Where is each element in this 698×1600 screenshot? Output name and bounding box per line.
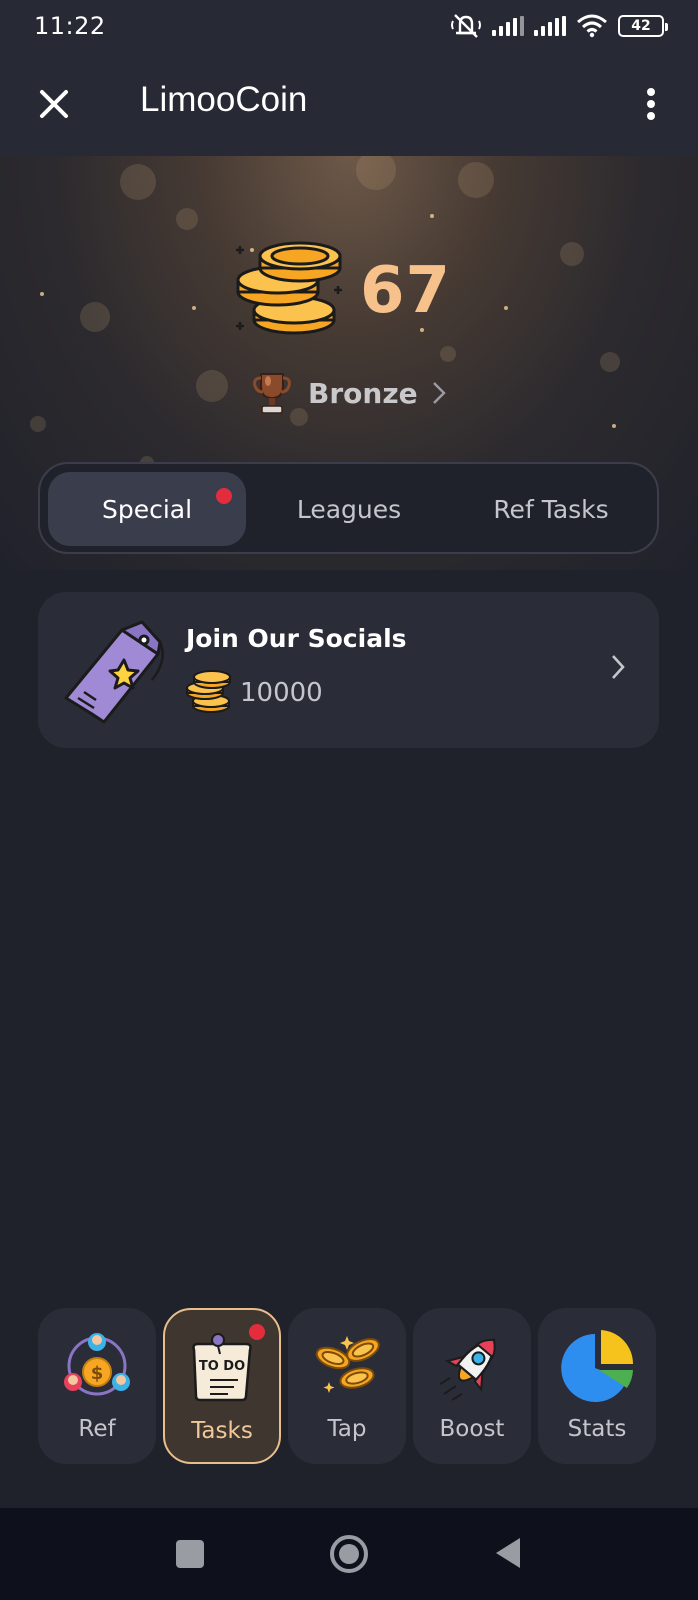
coins-icon (315, 1336, 380, 1393)
app-bar: LimooCoin (0, 52, 698, 156)
notification-badge (216, 488, 232, 504)
wifi-icon (577, 14, 607, 38)
status-time: 11:22 (34, 12, 106, 40)
league-label: Bronze (308, 376, 418, 410)
nav-label: Tasks (191, 1418, 253, 1444)
back-button[interactable] (494, 1536, 522, 1570)
nav-label: Tap (327, 1416, 367, 1442)
coin-stack-icon (186, 670, 231, 713)
balance-value: 67 (360, 254, 452, 328)
task-card[interactable]: Join Our Socials 10000 (38, 592, 659, 748)
nav-item-stats[interactable]: Stats (538, 1308, 656, 1464)
tab-label: Leagues (296, 494, 402, 524)
status-icons: 42 (450, 13, 668, 39)
trophy-icon (253, 373, 291, 414)
league-link[interactable]: Bronze (252, 370, 446, 416)
task-reward-value: 10000 (240, 678, 323, 708)
nav-item-boost[interactable]: Boost (413, 1308, 531, 1464)
app-title: LimooCoin (140, 80, 308, 119)
nav-item-tap[interactable]: Tap (288, 1308, 406, 1464)
recent-apps-button[interactable] (176, 1540, 204, 1568)
chevron-right-icon (612, 655, 625, 679)
bottom-navigation: $ Ref TO DO Tasks Tap Boost Stats (38, 1308, 659, 1464)
tag-icon (64, 620, 164, 724)
dot-icon (647, 100, 655, 108)
tab-label: Special (101, 494, 193, 524)
nav-item-ref[interactable]: $ Ref (38, 1308, 156, 1464)
tab-special[interactable]: Special (48, 472, 246, 546)
coin-stack-icon (236, 241, 342, 335)
nav-label: Boost (439, 1416, 505, 1442)
task-title: Join Our Socials (186, 624, 407, 653)
system-navigation-bar (0, 1508, 698, 1600)
status-bar: 11:22 42 (0, 0, 698, 52)
nav-item-tasks[interactable]: TO DO Tasks (163, 1308, 281, 1464)
pie-chart-icon (561, 1330, 634, 1402)
tab-label: Ref Tasks (493, 494, 609, 524)
task-category-tabs: Special Leagues Ref Tasks (38, 462, 659, 554)
todo-icon: TO DO (192, 1333, 252, 1402)
signal-icon (492, 16, 524, 36)
tab-ref-tasks[interactable]: Ref Tasks (452, 472, 650, 546)
notification-badge (249, 1324, 265, 1340)
balance-display: 67 (234, 236, 451, 346)
dot-icon (647, 112, 655, 120)
battery-indicator: 42 (618, 15, 668, 37)
tab-leagues[interactable]: Leagues (250, 472, 448, 546)
home-button[interactable] (329, 1534, 369, 1574)
dot-icon (647, 88, 655, 96)
signal-icon (534, 16, 566, 36)
svg-text:$: $ (91, 1363, 104, 1384)
nav-label: Ref (78, 1416, 116, 1442)
more-options-button[interactable] (640, 84, 662, 124)
close-button[interactable] (34, 84, 74, 124)
close-icon (40, 90, 68, 118)
nav-label: Stats (567, 1416, 627, 1442)
referral-icon: $ (64, 1333, 130, 1396)
svg-text:TO DO: TO DO (199, 1359, 245, 1374)
chevron-right-icon (432, 382, 446, 404)
silent-mode-icon (451, 14, 481, 38)
task-reward: 10000 (186, 670, 323, 716)
rocket-icon (439, 1338, 496, 1401)
